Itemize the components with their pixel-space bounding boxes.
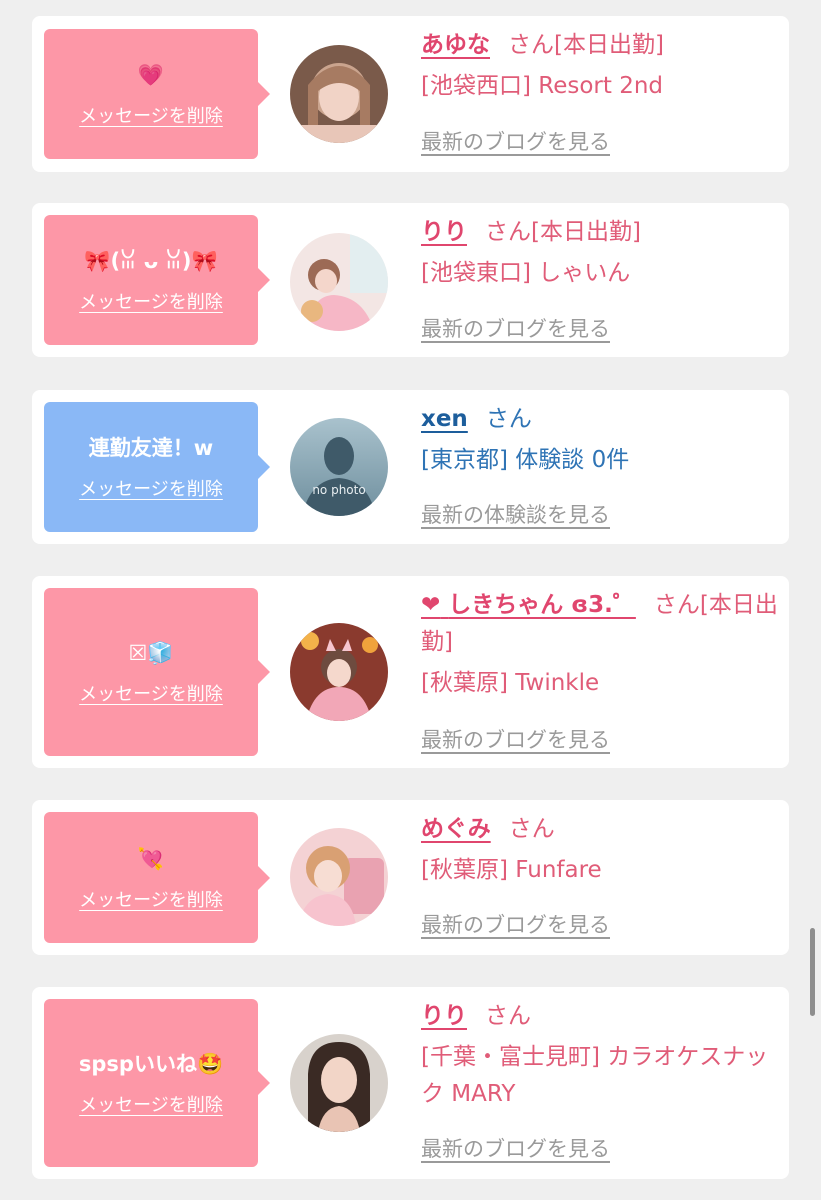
profile-info: りり さん [千葉・富士見町] カラオケスナック MARY bbox=[421, 998, 781, 1113]
message-card: 🎀(ꈍ ᴗ ꈍ)🎀 メッセージを削除 りり さん[本日出勤] [池袋東口] しゃい… bbox=[32, 203, 789, 357]
delete-message-link[interactable]: メッセージを削除 bbox=[79, 475, 223, 501]
delete-message-link[interactable]: メッセージを削除 bbox=[79, 288, 223, 314]
area-label: [池袋東口] bbox=[421, 260, 531, 286]
message-card: 💘 メッセージを削除 めぐみ さん [秋葉原] Funfare 最新のブログを見る bbox=[32, 800, 789, 955]
area-label: [秋葉原] bbox=[421, 857, 508, 883]
shop-name: Funfare bbox=[515, 857, 602, 883]
latest-blog-link[interactable]: 最新のブログを見る bbox=[421, 126, 610, 156]
no-photo-label: no photo bbox=[312, 483, 365, 497]
message-bubble: ☒🧊 メッセージを削除 bbox=[44, 588, 270, 756]
shop-row: [池袋西口] Resort 2nd bbox=[421, 68, 781, 105]
area-label: [東京都] bbox=[421, 447, 508, 473]
message-list-page: 💗 メッセージを削除 あゆな さん[本日出勤] [池袋西口] Resort 2nd… bbox=[0, 0, 821, 1200]
avatar[interactable] bbox=[290, 623, 388, 721]
profile-info: めぐみ さん [秋葉原] Funfare bbox=[421, 811, 781, 889]
name-row: めぐみ さん bbox=[421, 811, 781, 848]
name-row: りり さん[本日出勤] bbox=[421, 214, 781, 251]
san-label: さん bbox=[485, 406, 532, 432]
girl-name-link[interactable]: りり bbox=[421, 1003, 467, 1029]
san-label: さん bbox=[485, 1003, 531, 1029]
delete-message-link[interactable]: メッセージを削除 bbox=[79, 102, 223, 128]
profile-info: xen さん [東京都] 体験談 0件 bbox=[421, 401, 781, 479]
message-card: ☒🧊 メッセージを削除 ❤ しきちゃん ɞ3.゜ さん[本日出勤] [秋葉原] T… bbox=[32, 576, 789, 768]
area-label: [千葉・富士見町] bbox=[421, 1044, 600, 1070]
girl-name-link[interactable]: ❤ しきちゃん ɞ3.゜ bbox=[421, 592, 636, 618]
profile-info: あゆな さん[本日出勤] [池袋西口] Resort 2nd bbox=[421, 27, 781, 105]
shop-row: [東京都] 体験談 0件 bbox=[421, 442, 781, 479]
review-count: 体験談 0件 bbox=[515, 447, 630, 473]
san-label: さん bbox=[485, 219, 531, 245]
shop-row: [千葉・富士見町] カラオケスナック MARY bbox=[421, 1039, 781, 1113]
name-row: あゆな さん[本日出勤] bbox=[421, 27, 781, 64]
san-label: さん bbox=[508, 32, 554, 58]
girl-name-link[interactable]: りり bbox=[421, 219, 467, 245]
avatar[interactable] bbox=[290, 233, 388, 331]
san-label: さん bbox=[653, 592, 700, 618]
shop-row: [秋葉原] Funfare bbox=[421, 852, 781, 889]
avatar[interactable] bbox=[290, 828, 388, 926]
message-card: 連勤友達！w メッセージを削除 no photo xen さん [東京都] 体験… bbox=[32, 390, 789, 544]
name-row: xen さん bbox=[421, 401, 781, 438]
user-name-link[interactable]: xen bbox=[421, 406, 468, 432]
heart-icon: ❤ bbox=[421, 592, 441, 618]
girl-name-link[interactable]: めぐみ bbox=[421, 816, 491, 842]
shop-row: [秋葉原] Twinkle bbox=[421, 665, 781, 702]
message-card: 💗 メッセージを削除 あゆな さん[本日出勤] [池袋西口] Resort 2nd… bbox=[32, 16, 789, 172]
message-text: 💘 bbox=[137, 846, 165, 871]
shop-row: [池袋東口] しゃいん bbox=[421, 255, 781, 292]
message-text: 連勤友達！w bbox=[88, 436, 214, 460]
delete-message-link[interactable]: メッセージを削除 bbox=[79, 1091, 223, 1117]
message-text: ☒🧊 bbox=[128, 641, 174, 665]
latest-review-link[interactable]: 最新の体験談を見る bbox=[421, 499, 610, 529]
message-bubble: spspいいね🤩 メッセージを削除 bbox=[44, 999, 270, 1167]
message-bubble: 💘 メッセージを削除 bbox=[44, 812, 270, 943]
work-status: [本日出勤] bbox=[554, 32, 664, 58]
girl-name-link[interactable]: あゆな bbox=[421, 32, 490, 58]
profile-info: りり さん[本日出勤] [池袋東口] しゃいん bbox=[421, 214, 781, 292]
avatar[interactable] bbox=[290, 1034, 388, 1132]
delete-message-link[interactable]: メッセージを削除 bbox=[79, 886, 223, 912]
delete-message-link[interactable]: メッセージを削除 bbox=[79, 680, 223, 706]
shop-name: Twinkle bbox=[515, 670, 600, 696]
message-text: 💗 bbox=[137, 63, 165, 87]
name-row: ❤ しきちゃん ɞ3.゜ さん[本日出勤] bbox=[421, 587, 781, 661]
avatar[interactable] bbox=[290, 45, 388, 143]
latest-blog-link[interactable]: 最新のブログを見る bbox=[421, 1133, 610, 1163]
area-label: [秋葉原] bbox=[421, 670, 508, 696]
shop-name: しゃいん bbox=[538, 260, 631, 286]
latest-blog-link[interactable]: 最新のブログを見る bbox=[421, 313, 610, 343]
message-bubble: 🎀(ꈍ ᴗ ꈍ)🎀 メッセージを削除 bbox=[44, 215, 270, 345]
scrollbar-thumb[interactable] bbox=[810, 928, 815, 1016]
name-row: りり さん bbox=[421, 998, 781, 1035]
profile-info: ❤ しきちゃん ɞ3.゜ さん[本日出勤] [秋葉原] Twinkle bbox=[421, 587, 781, 702]
message-text: 🎀(ꈍ ᴗ ꈍ)🎀 bbox=[84, 249, 218, 273]
work-status: [本日出勤] bbox=[531, 219, 641, 245]
area-label: [池袋西口] bbox=[421, 73, 531, 99]
message-bubble: 連勤友達！w メッセージを削除 bbox=[44, 402, 270, 532]
shop-name: Resort 2nd bbox=[538, 73, 664, 99]
message-card: spspいいね🤩 メッセージを削除 りり さん [千葉・富士見町] カラオケスナッ… bbox=[32, 987, 789, 1179]
message-text: spspいいね🤩 bbox=[78, 1052, 224, 1076]
avatar[interactable]: no photo bbox=[290, 418, 388, 516]
san-label: さん bbox=[508, 816, 555, 842]
message-bubble: 💗 メッセージを削除 bbox=[44, 29, 270, 159]
latest-blog-link[interactable]: 最新のブログを見る bbox=[421, 724, 610, 754]
latest-blog-link[interactable]: 最新のブログを見る bbox=[421, 909, 610, 939]
